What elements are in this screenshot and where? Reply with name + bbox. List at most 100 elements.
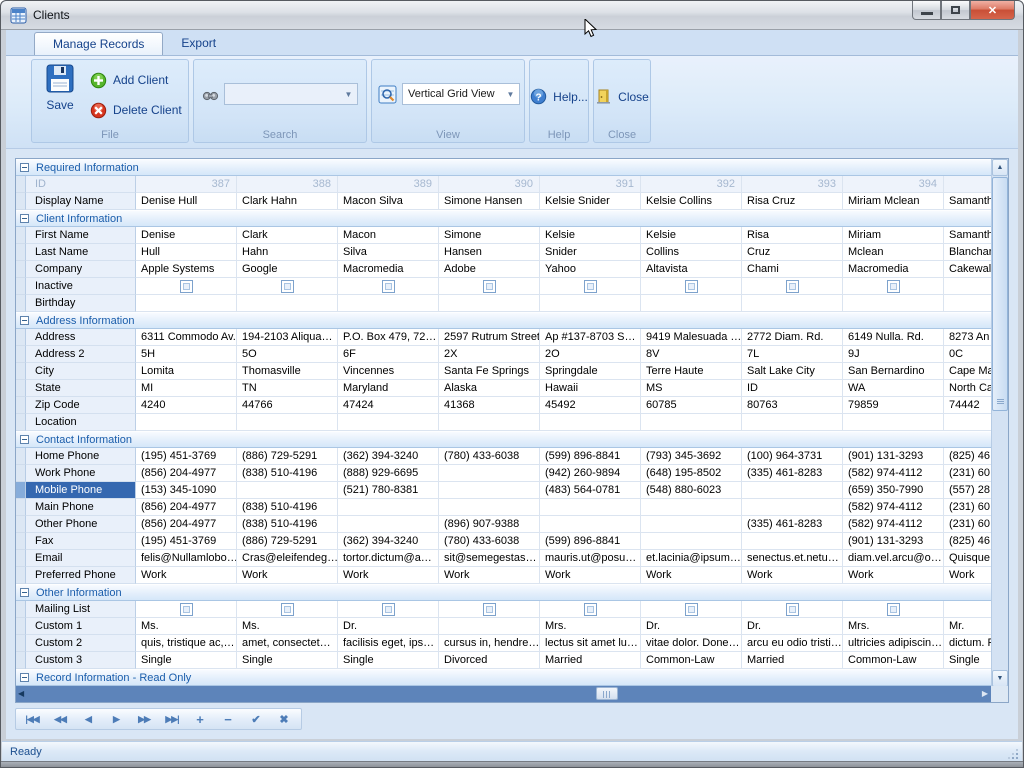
grid-cell[interactable]: (825) 46 <box>944 448 991 465</box>
grid-cell[interactable]: (901) 131-3293 <box>843 448 944 465</box>
row-indicator[interactable] <box>16 567 26 584</box>
grid-cell[interactable] <box>540 601 641 618</box>
row-label[interactable]: Custom 2 <box>26 635 136 652</box>
grid-cell[interactable]: (557) 28 <box>944 482 991 499</box>
grid-cell[interactable]: 41368 <box>439 397 540 414</box>
grid-cell[interactable]: (231) 60 <box>944 516 991 533</box>
grid-cell[interactable] <box>439 499 540 516</box>
row-indicator[interactable] <box>16 176 26 193</box>
resize-grip-icon[interactable] <box>1016 757 1018 759</box>
grid-cell[interactable]: vitae dolor. Done… <box>641 635 742 652</box>
grid-cell[interactable]: (780) 433-6038 <box>439 448 540 465</box>
grid-cell[interactable]: Altavista <box>641 261 742 278</box>
grid-cell[interactable]: (362) 394-3240 <box>338 533 439 550</box>
row-indicator[interactable] <box>16 499 26 516</box>
category-row[interactable]: Other Information <box>16 584 991 601</box>
grid-cell[interactable]: Hansen <box>439 244 540 261</box>
grid-cell[interactable]: P.O. Box 479, 72… <box>338 329 439 346</box>
grid-cell[interactable]: 9J <box>843 346 944 363</box>
row-label[interactable]: Inactive <box>26 278 136 295</box>
close-button[interactable]: Close <box>594 88 650 105</box>
grid-cell[interactable]: Samantha <box>944 227 991 244</box>
grid-cell[interactable]: Hahn <box>237 244 338 261</box>
grid-cell[interactable]: 2772 Diam. Rd. <box>742 329 843 346</box>
row-indicator[interactable] <box>16 618 26 635</box>
checkbox[interactable] <box>685 280 698 293</box>
tab-export[interactable]: Export <box>163 32 234 55</box>
grid-cell[interactable]: Clark <box>237 227 338 244</box>
grid-cell[interactable] <box>439 482 540 499</box>
row-indicator[interactable] <box>16 193 26 210</box>
grid-cell[interactable] <box>540 414 641 431</box>
grid-cell[interactable]: dictum. P <box>944 635 991 652</box>
grid-cell[interactable]: 7L <box>742 346 843 363</box>
grid-cell[interactable] <box>540 295 641 312</box>
collapse-icon[interactable] <box>20 435 29 444</box>
checkbox[interactable] <box>281 603 294 616</box>
grid-cell[interactable] <box>641 601 742 618</box>
grid-cell[interactable]: (825) 46 <box>944 533 991 550</box>
grid-cell[interactable]: Macromedia <box>843 261 944 278</box>
grid-cell[interactable]: Work <box>338 567 439 584</box>
grid-cell[interactable]: San Bernardino <box>843 363 944 380</box>
grid-cell[interactable]: felis@Nullamlobo… <box>136 550 237 567</box>
grid-cell[interactable] <box>237 295 338 312</box>
grid-cell[interactable]: Cakewalk <box>944 261 991 278</box>
grid-cell[interactable]: Macon Silva <box>338 193 439 210</box>
grid-cell[interactable]: (335) 461-8283 <box>742 516 843 533</box>
grid-cell[interactable]: Santa Fe Springs <box>439 363 540 380</box>
category-row[interactable]: Required Information <box>16 159 991 176</box>
grid-cell[interactable]: senectus.et.netu… <box>742 550 843 567</box>
row-indicator[interactable] <box>16 601 26 618</box>
grid-cell[interactable]: Mrs. <box>540 618 641 635</box>
checkbox[interactable] <box>281 280 294 293</box>
grid-view-icon[interactable] <box>378 85 397 104</box>
grid-cell[interactable]: TN <box>237 380 338 397</box>
grid-cell[interactable]: Miriam Mclean <box>843 193 944 210</box>
grid-cell[interactable]: Quisque <box>944 550 991 567</box>
row-indicator[interactable] <box>16 346 26 363</box>
grid-cell[interactable]: (793) 345-3692 <box>641 448 742 465</box>
help-button[interactable]: ? Help... <box>530 88 588 105</box>
grid-cell[interactable] <box>338 499 439 516</box>
checkbox[interactable] <box>887 603 900 616</box>
grid-cell[interactable]: (886) 729-5291 <box>237 448 338 465</box>
grid-cell[interactable]: (896) 907-9388 <box>439 516 540 533</box>
row-indicator[interactable] <box>16 482 26 499</box>
grid-cell[interactable]: 391 <box>540 176 641 193</box>
grid-cell[interactable]: Single <box>136 652 237 669</box>
row-indicator[interactable] <box>16 329 26 346</box>
grid-cell[interactable]: (582) 974-4112 <box>843 499 944 516</box>
title-bar[interactable]: Clients ✕ <box>1 1 1023 30</box>
nav-cancel[interactable]: ✖ <box>270 710 298 728</box>
grid-cell[interactable]: 79859 <box>843 397 944 414</box>
checkbox[interactable] <box>786 603 799 616</box>
grid-cell[interactable]: 387 <box>136 176 237 193</box>
grid-cell[interactable]: Mrs. <box>843 618 944 635</box>
grid-cell[interactable]: Kelsie Snider <box>540 193 641 210</box>
grid-cell[interactable]: MI <box>136 380 237 397</box>
grid-cell[interactable]: lectus sit amet lu… <box>540 635 641 652</box>
grid-cell[interactable]: (582) 974-4112 <box>843 465 944 482</box>
grid-cell[interactable]: (582) 974-4112 <box>843 516 944 533</box>
grid-cell[interactable] <box>641 414 742 431</box>
row-indicator[interactable] <box>16 380 26 397</box>
scroll-down-icon[interactable]: ▼ <box>992 670 1008 687</box>
grid-cell[interactable]: (856) 204-4977 <box>136 516 237 533</box>
nav-next[interactable]: ▶ <box>102 710 130 728</box>
grid-cell[interactable]: (838) 510-4196 <box>237 499 338 516</box>
grid-cell[interactable]: Ap #137-8703 S… <box>540 329 641 346</box>
grid-cell[interactable]: 6149 Nulla. Rd. <box>843 329 944 346</box>
grid-cell[interactable] <box>338 295 439 312</box>
grid-cell[interactable]: (888) 929-6695 <box>338 465 439 482</box>
grid-cell[interactable]: amet, consectet… <box>237 635 338 652</box>
grid-cell[interactable]: 389 <box>338 176 439 193</box>
grid-cell[interactable] <box>742 414 843 431</box>
grid-cell[interactable]: 194-2103 Aliqua… <box>237 329 338 346</box>
grid-cell[interactable]: 9419 Malesuada … <box>641 329 742 346</box>
grid-cell[interactable]: 394 <box>843 176 944 193</box>
grid-cell[interactable]: Ms. <box>136 618 237 635</box>
grid-cell[interactable]: quis, tristique ac,… <box>136 635 237 652</box>
grid-cell[interactable] <box>439 414 540 431</box>
grid-cell[interactable]: Kelsie <box>641 227 742 244</box>
